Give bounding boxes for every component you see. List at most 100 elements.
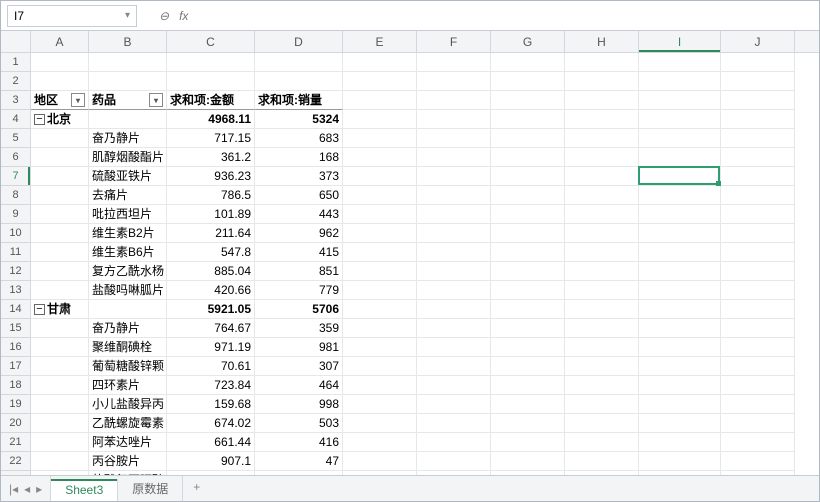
cell[interactable] [167,72,255,91]
cell[interactable] [639,224,721,243]
cell[interactable] [343,414,417,433]
cell[interactable] [417,110,491,129]
cell[interactable] [491,452,565,471]
filter-dropdown-icon[interactable]: ▾ [71,93,85,107]
cell[interactable] [31,433,89,452]
cell[interactable] [565,186,639,205]
cell[interactable] [491,281,565,300]
cell[interactable] [565,243,639,262]
cell[interactable] [639,167,721,186]
sheet-tab[interactable]: Sheet3 [51,479,118,501]
column-header-G[interactable]: G [491,31,565,52]
row-header-4[interactable]: 4 [1,110,30,129]
cell[interactable] [417,300,491,319]
column-header-D[interactable]: D [255,31,343,52]
cell[interactable] [721,338,795,357]
collapse-icon[interactable]: − [34,114,45,125]
add-sheet-button[interactable]: + [183,476,210,501]
cell[interactable] [417,205,491,224]
column-header-H[interactable]: H [565,31,639,52]
cell[interactable] [343,148,417,167]
cell[interactable] [417,53,491,72]
cell[interactable] [639,243,721,262]
cell[interactable] [639,319,721,338]
cell[interactable] [639,205,721,224]
cell[interactable] [639,338,721,357]
cell[interactable] [491,243,565,262]
cell[interactable] [721,395,795,414]
cell[interactable] [565,300,639,319]
cell[interactable] [343,167,417,186]
row-header-20[interactable]: 20 [1,414,30,433]
cell[interactable] [639,91,721,110]
row-header-22[interactable]: 22 [1,452,30,471]
cell[interactable] [255,72,343,91]
row-header-14[interactable]: 14 [1,300,30,319]
row-header-16[interactable]: 16 [1,338,30,357]
cell[interactable] [417,91,491,110]
cell[interactable] [343,300,417,319]
row-header-5[interactable]: 5 [1,129,30,148]
column-header-B[interactable]: B [89,31,167,52]
tab-nav-next-icon[interactable]: ▸ [36,482,42,496]
cell[interactable] [491,376,565,395]
cell[interactable] [343,357,417,376]
cell[interactable] [565,433,639,452]
column-header-E[interactable]: E [343,31,417,52]
cell[interactable] [31,205,89,224]
name-box[interactable]: I7 ▾ [7,5,137,27]
cell[interactable] [343,53,417,72]
cell[interactable] [343,186,417,205]
cell[interactable] [721,414,795,433]
cell[interactable] [721,224,795,243]
cell[interactable] [565,357,639,376]
row-header-3[interactable]: 3 [1,91,30,110]
cell[interactable] [639,186,721,205]
cell[interactable] [721,300,795,319]
row-header-8[interactable]: 8 [1,186,30,205]
cell[interactable] [721,91,795,110]
cell[interactable] [417,167,491,186]
cell[interactable] [255,53,343,72]
row-header-12[interactable]: 12 [1,262,30,281]
cell[interactable] [721,243,795,262]
zoom-out-icon[interactable]: ⊖ [159,9,169,23]
cell[interactable] [343,395,417,414]
cell[interactable] [721,281,795,300]
cell[interactable] [417,129,491,148]
cell[interactable] [89,53,167,72]
cell[interactable] [343,376,417,395]
cell[interactable] [721,376,795,395]
cell[interactable] [343,338,417,357]
row-header-6[interactable]: 6 [1,148,30,167]
cell[interactable] [565,376,639,395]
cell[interactable] [491,395,565,414]
cell[interactable] [565,319,639,338]
column-header-F[interactable]: F [417,31,491,52]
cell[interactable] [417,357,491,376]
cell[interactable] [721,186,795,205]
column-header-I[interactable]: I [639,31,721,52]
cell[interactable] [639,433,721,452]
cell[interactable] [639,395,721,414]
cell[interactable] [721,205,795,224]
cell[interactable] [639,281,721,300]
cell[interactable] [721,262,795,281]
cell[interactable] [31,395,89,414]
cell[interactable] [343,205,417,224]
cell[interactable] [491,110,565,129]
cell[interactable] [565,53,639,72]
group-region[interactable]: −北京 [31,110,89,129]
cell[interactable] [417,262,491,281]
cell[interactable] [31,281,89,300]
row-header-9[interactable]: 9 [1,205,30,224]
cell[interactable] [639,148,721,167]
cell[interactable] [31,262,89,281]
row-header-7[interactable]: 7 [1,167,30,186]
cell[interactable] [491,262,565,281]
cell[interactable] [721,110,795,129]
cell[interactable] [491,53,565,72]
cell[interactable] [417,414,491,433]
sheet-tab[interactable]: 原数据 [118,476,183,501]
cell[interactable] [343,129,417,148]
